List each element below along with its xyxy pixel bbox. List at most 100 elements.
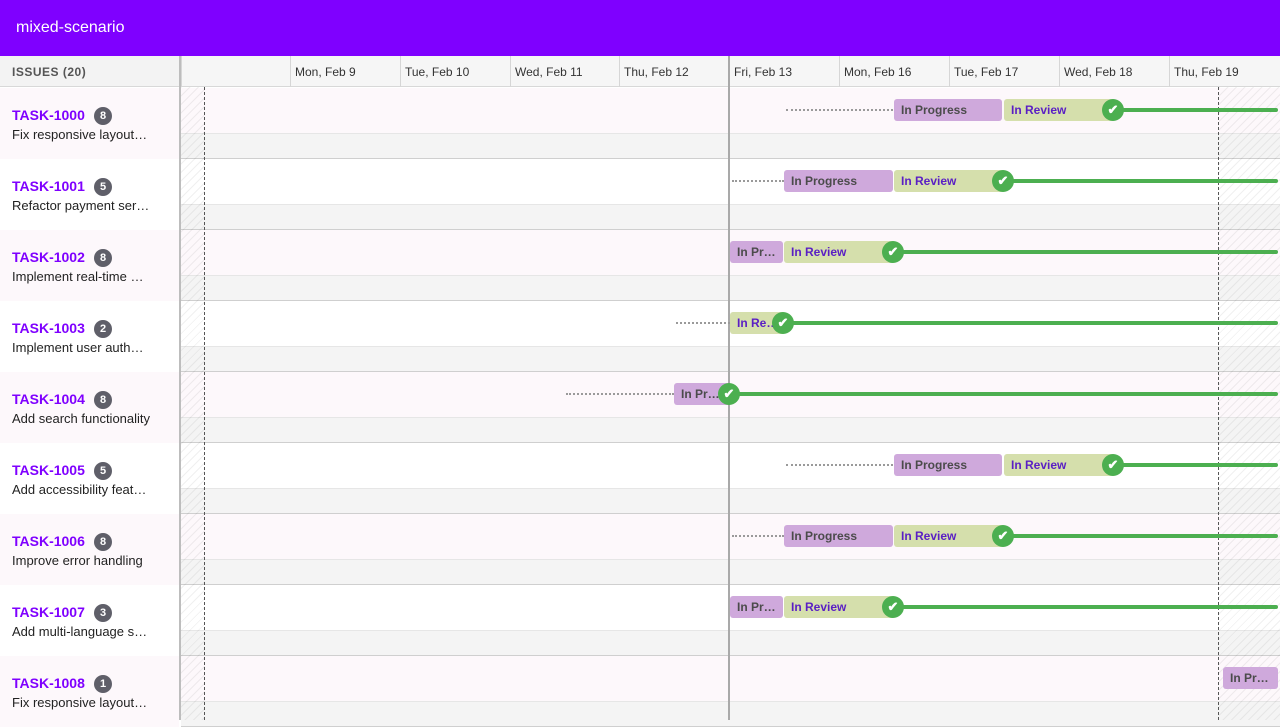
done-line — [1112, 463, 1278, 467]
task-id-link[interactable]: TASK-1006 — [12, 533, 85, 549]
story-points-badge: 8 — [94, 391, 112, 409]
timeline-row — [181, 514, 1280, 585]
issue-row[interactable]: TASK-1006 8 Improve error handling — [0, 514, 179, 585]
task-title: Fix responsive layout… — [12, 695, 148, 710]
date-label: Wed, Feb 11 — [515, 65, 583, 79]
in-progress-segment[interactable]: In Pr… — [730, 241, 783, 263]
story-points-badge: 1 — [94, 675, 112, 693]
task-id-link[interactable]: TASK-1005 — [12, 462, 85, 478]
backlog-dotted-line — [676, 322, 730, 324]
timeline-row — [181, 159, 1280, 230]
task-id-link[interactable]: TASK-1000 — [12, 107, 85, 123]
timeline-subrow — [181, 204, 1280, 230]
timeline-subrow — [181, 133, 1280, 159]
date-cell: Wed, Feb 11 — [510, 56, 619, 87]
story-points-badge: 8 — [94, 249, 112, 267]
backlog-dotted-line — [566, 393, 674, 395]
task-title: Implement user auth… — [12, 340, 144, 355]
date-label: Tue, Feb 17 — [954, 65, 1019, 79]
issue-row[interactable]: TASK-1004 8 Add search functionality — [0, 372, 179, 443]
check-icon: ✔ — [882, 241, 904, 263]
done-line — [892, 605, 1278, 609]
task-title: Add search functionality — [12, 411, 151, 426]
done-line — [728, 392, 1278, 396]
done-line — [1002, 534, 1278, 538]
timeline-date-header: Mon, Feb 9 Tue, Feb 10 Wed, Feb 11 Thu, … — [181, 56, 1280, 87]
issue-row[interactable]: TASK-1008 1 Fix responsive layout… — [0, 656, 179, 727]
done-line — [1112, 108, 1278, 112]
date-cell: Fri, Feb 13 — [729, 56, 839, 87]
date-cell: Mon, Feb 16 — [839, 56, 949, 87]
backlog-dotted-line — [786, 464, 893, 466]
in-review-segment[interactable]: In Review — [784, 241, 894, 263]
date-cell: Thu, Feb 19 — [1169, 56, 1280, 87]
in-review-segment[interactable]: In Review — [784, 596, 894, 618]
in-review-segment[interactable]: In Review — [1004, 99, 1114, 121]
in-progress-segment[interactable]: In Pr… — [1223, 667, 1278, 689]
story-points-badge: 3 — [94, 604, 112, 622]
task-title: Fix responsive layout… — [12, 127, 148, 142]
backlog-dotted-line — [732, 180, 784, 182]
issue-row[interactable]: TASK-1002 8 Implement real-time … — [0, 230, 179, 301]
issue-row[interactable]: TASK-1007 3 Add multi-language s… — [0, 585, 179, 656]
issue-row[interactable]: TASK-1001 5 Refactor payment ser… — [0, 159, 179, 230]
story-points-badge: 8 — [94, 533, 112, 551]
in-progress-segment[interactable]: In Progress — [894, 99, 1002, 121]
timeline-subrow — [181, 417, 1280, 443]
done-line — [782, 321, 1278, 325]
date-label: Thu, Feb 12 — [624, 65, 689, 79]
task-id-link[interactable]: TASK-1004 — [12, 391, 85, 407]
date-label: Thu, Feb 19 — [1174, 65, 1239, 79]
timeline-subrow — [181, 275, 1280, 301]
story-points-badge: 2 — [94, 320, 112, 338]
check-icon: ✔ — [718, 383, 740, 405]
story-points-badge: 5 — [94, 178, 112, 196]
date-cell: Thu, Feb 12 — [619, 56, 729, 87]
task-id-link[interactable]: TASK-1007 — [12, 604, 85, 620]
task-id-link[interactable]: TASK-1001 — [12, 178, 85, 194]
check-icon: ✔ — [1102, 99, 1124, 121]
issues-column-header: ISSUES (20) — [0, 56, 179, 87]
timeline-subrow — [181, 559, 1280, 585]
in-review-segment[interactable]: In Review — [894, 525, 1004, 547]
task-id-link[interactable]: TASK-1002 — [12, 249, 85, 265]
date-cell: Mon, Feb 9 — [290, 56, 400, 87]
check-icon: ✔ — [1102, 454, 1124, 476]
issue-row[interactable]: TASK-1005 5 Add accessibility feat… — [0, 443, 179, 514]
date-cell: Tue, Feb 10 — [400, 56, 510, 87]
non-working-area — [181, 87, 205, 720]
date-label: Wed, Feb 18 — [1064, 65, 1133, 79]
date-label: Mon, Feb 9 — [295, 65, 356, 79]
sprint-start-line — [204, 87, 205, 720]
check-icon: ✔ — [772, 312, 794, 334]
task-title: Refactor payment ser… — [12, 198, 150, 213]
task-id-link[interactable]: TASK-1008 — [12, 675, 85, 691]
issue-row[interactable]: TASK-1003 2 Implement user auth… — [0, 301, 179, 372]
task-title: Improve error handling — [12, 553, 143, 568]
check-icon: ✔ — [882, 596, 904, 618]
app-title: mixed-scenario — [16, 19, 125, 36]
done-line — [892, 250, 1278, 254]
task-title: Implement real-time … — [12, 269, 144, 284]
task-title: Add multi-language s… — [12, 624, 148, 639]
check-icon: ✔ — [992, 525, 1014, 547]
in-progress-segment[interactable]: In Progress — [784, 525, 893, 547]
in-progress-segment[interactable]: In Progress — [894, 454, 1002, 476]
in-review-segment[interactable]: In Review — [894, 170, 1004, 192]
date-cell: Wed, Feb 18 — [1059, 56, 1169, 87]
story-points-badge: 5 — [94, 462, 112, 480]
app-header: mixed-scenario — [0, 0, 1280, 56]
date-cell: Tue, Feb 17 — [949, 56, 1059, 87]
issue-row[interactable]: TASK-1000 8 Fix responsive layout… — [0, 88, 179, 159]
story-points-badge: 8 — [94, 107, 112, 125]
in-review-segment[interactable]: In Review — [1004, 454, 1114, 476]
timeline-subrow — [181, 630, 1280, 656]
task-id-link[interactable]: TASK-1003 — [12, 320, 85, 336]
in-progress-segment[interactable]: In Pr… — [730, 596, 783, 618]
issues-count-label: ISSUES (20) — [12, 65, 87, 79]
done-line — [1002, 179, 1278, 183]
timeline-row — [181, 656, 1280, 727]
in-progress-segment[interactable]: In Progress — [784, 170, 893, 192]
check-icon: ✔ — [992, 170, 1014, 192]
task-title: Add accessibility feat… — [12, 482, 147, 497]
